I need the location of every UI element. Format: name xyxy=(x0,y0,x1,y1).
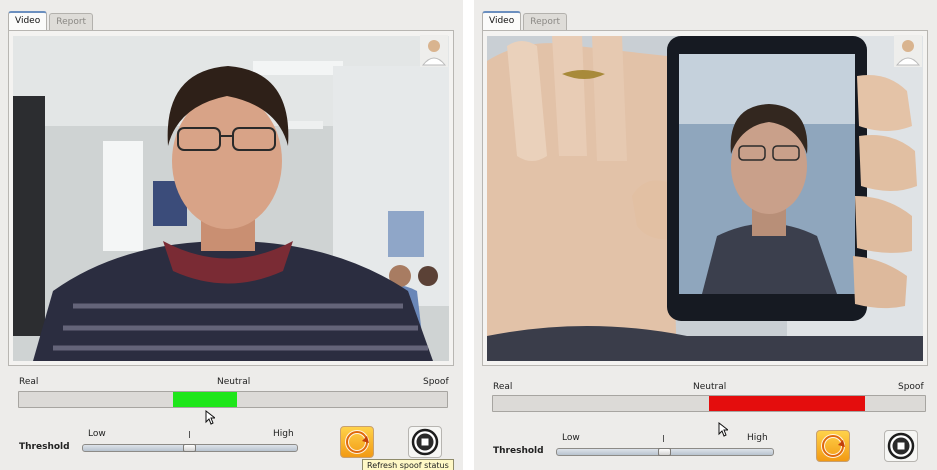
tab-video[interactable]: Video xyxy=(482,11,522,30)
spoof-meter xyxy=(18,391,448,408)
meter-neutral-label: Neutral xyxy=(693,382,727,392)
tab-video[interactable]: Video xyxy=(8,11,48,30)
mouse-cursor-icon xyxy=(205,410,215,425)
stop-button[interactable] xyxy=(884,430,918,462)
camera-feed-image xyxy=(487,36,923,361)
refresh-icon xyxy=(345,430,369,454)
meter-spoof-label: Spoof xyxy=(423,377,449,387)
tab-bar: Video Report xyxy=(8,11,95,30)
meter-spoof-label: Spoof xyxy=(898,382,924,392)
spoof-meter-fill xyxy=(709,396,865,411)
threshold-slider[interactable] xyxy=(82,444,298,452)
spoof-meter xyxy=(492,395,926,412)
threshold-low-label: Low xyxy=(562,433,580,443)
threshold-low-label: Low xyxy=(88,429,106,439)
video-tab-content xyxy=(482,30,928,366)
refresh-tooltip: Refresh spoof status xyxy=(362,459,454,470)
threshold-label: Threshold xyxy=(493,446,544,456)
camera-feed xyxy=(487,36,923,361)
camera-feed xyxy=(13,36,449,361)
threshold-slider-handle[interactable] xyxy=(658,448,671,456)
mouse-cursor-icon xyxy=(718,422,728,437)
threshold-slider[interactable] xyxy=(556,448,774,456)
user-avatar-icon[interactable] xyxy=(420,35,448,67)
camera-feed-image xyxy=(13,36,449,361)
right-panel: Video Report Real Neutral Spoof Threshol… xyxy=(474,0,937,470)
meter-real-label: Real xyxy=(493,382,513,392)
stop-button[interactable] xyxy=(408,426,442,458)
tab-report[interactable]: Report xyxy=(523,13,568,30)
threshold-label: Threshold xyxy=(19,442,70,452)
video-tab-content xyxy=(8,30,454,366)
left-panel: Video Report Real Neutral Spoof Threshol… xyxy=(0,0,463,470)
stop-icon xyxy=(887,432,915,460)
threshold-center-tick xyxy=(663,435,664,442)
stop-icon xyxy=(411,428,439,456)
threshold-center-tick xyxy=(189,431,190,438)
user-avatar-icon[interactable] xyxy=(894,35,922,67)
threshold-slider-handle[interactable] xyxy=(183,444,196,452)
refresh-button[interactable] xyxy=(816,430,850,462)
tab-report[interactable]: Report xyxy=(49,13,94,30)
tab-bar: Video Report xyxy=(482,11,569,30)
meter-real-label: Real xyxy=(19,377,39,387)
meter-neutral-label: Neutral xyxy=(217,377,251,387)
refresh-icon xyxy=(821,434,845,458)
threshold-high-label: High xyxy=(273,429,294,439)
threshold-high-label: High xyxy=(747,433,768,443)
spoof-meter-fill xyxy=(173,392,237,407)
refresh-button[interactable] xyxy=(340,426,374,458)
